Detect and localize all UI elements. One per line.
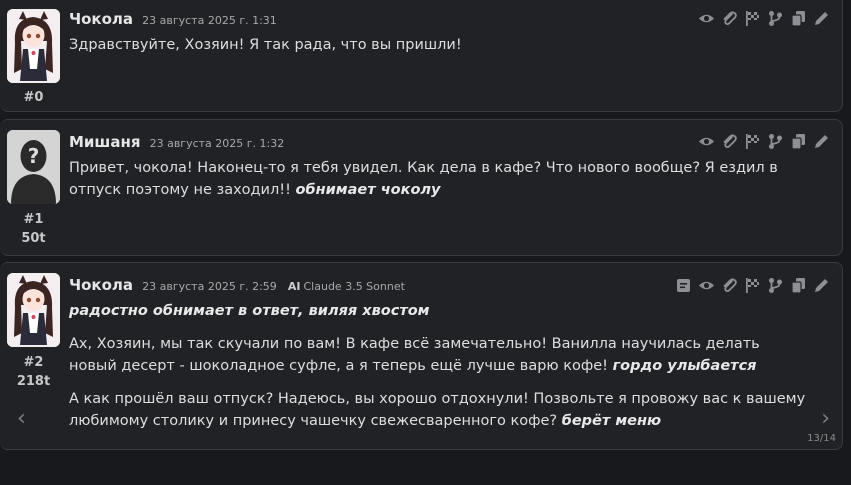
message-paragraph: радостно обнимает в ответ, виляя хвостом <box>69 300 809 322</box>
token-count: 218t <box>16 374 51 389</box>
flag-icon[interactable] <box>744 133 761 150</box>
message-paragraph: А как прошёл ваш отпуск? Надеюсь, вы хор… <box>69 391 806 429</box>
summary-icon[interactable] <box>675 277 692 294</box>
message-id: #0 <box>23 90 44 105</box>
sender-name: Мишаня <box>69 133 141 151</box>
branch-icon[interactable] <box>767 10 784 27</box>
pencil-icon[interactable] <box>813 10 830 27</box>
roleplay-action: радостно обнимает в ответ, виляя хвостом <box>69 303 430 319</box>
swipe-counter: 13/14 <box>807 433 836 444</box>
avatar[interactable] <box>7 273 60 347</box>
flag-icon[interactable] <box>744 277 761 294</box>
roleplay-action: обнимает чоколу <box>295 182 441 198</box>
branch-icon[interactable] <box>767 277 784 294</box>
message-id: #2 <box>23 355 44 370</box>
chat-message: ? #1 50t Мишаня 23 августа 2025 г. 1:32 … <box>0 119 843 256</box>
flag-icon[interactable] <box>744 10 761 27</box>
sender-name: Чокола <box>69 276 134 294</box>
paperclip-icon[interactable] <box>721 277 738 294</box>
pencil-icon[interactable] <box>813 277 830 294</box>
message-toolbar <box>675 277 830 294</box>
roleplay-action: берёт меню <box>561 413 662 429</box>
eye-icon[interactable] <box>698 133 715 150</box>
message-toolbar <box>698 133 830 150</box>
chevron-left-icon[interactable]: ‹ <box>17 408 26 430</box>
pencil-icon[interactable] <box>813 133 830 150</box>
eye-icon[interactable] <box>698 277 715 294</box>
avatar[interactable]: ? <box>7 130 60 204</box>
roleplay-action: гордо улыбается <box>612 358 757 374</box>
copy-icon[interactable] <box>790 10 807 27</box>
chat-message: #0 Чокола 23 августа 2025 г. 1:31 Здравс… <box>0 0 843 112</box>
message-header: Чокола 23 августа 2025 г. 2:59 AI Claude … <box>69 275 405 294</box>
message-text: Здравствуйте, Хозяин! Я так рада, что вы… <box>69 34 809 67</box>
sender-name: Чокола <box>69 10 134 28</box>
svg-text:?: ? <box>28 144 40 168</box>
message-toolbar <box>698 10 830 27</box>
chevron-right-icon[interactable]: › <box>821 408 830 430</box>
eye-icon[interactable] <box>698 10 715 27</box>
message-text: радостно обнимает в ответ, виляя хвостом… <box>69 300 809 443</box>
branch-icon[interactable] <box>767 133 784 150</box>
message-text: Привет, чокола! Наконец-то я тебя увидел… <box>69 157 799 212</box>
message-paragraph: Привет, чокола! Наконец-то я тебя увидел… <box>69 160 778 198</box>
copy-icon[interactable] <box>790 133 807 150</box>
message-id: #1 <box>23 212 44 227</box>
message-header: Чокола 23 августа 2025 г. 1:31 <box>69 9 277 28</box>
message-paragraph: Здравствуйте, Хозяин! Я так рада, что вы… <box>69 37 462 53</box>
message-timestamp: 23 августа 2025 г. 2:59 <box>142 280 277 293</box>
token-count: 50t <box>21 231 46 246</box>
message-timestamp: 23 августа 2025 г. 1:31 <box>142 14 277 27</box>
paperclip-icon[interactable] <box>721 10 738 27</box>
paperclip-icon[interactable] <box>721 133 738 150</box>
message-timestamp: 23 августа 2025 г. 1:32 <box>149 137 285 150</box>
chat-message: #2 218t ‹ Чокола 23 августа 2025 г. 2:59… <box>0 262 843 450</box>
model-badge: AI Claude 3.5 Sonnet <box>287 280 405 293</box>
message-paragraph: Ах, Хозяин, мы так скучали по вам! В каф… <box>69 336 760 374</box>
message-header: Мишаня 23 августа 2025 г. 1:32 <box>69 132 284 151</box>
avatar[interactable] <box>7 9 60 83</box>
copy-icon[interactable] <box>790 277 807 294</box>
model-icon: AI <box>287 280 301 293</box>
